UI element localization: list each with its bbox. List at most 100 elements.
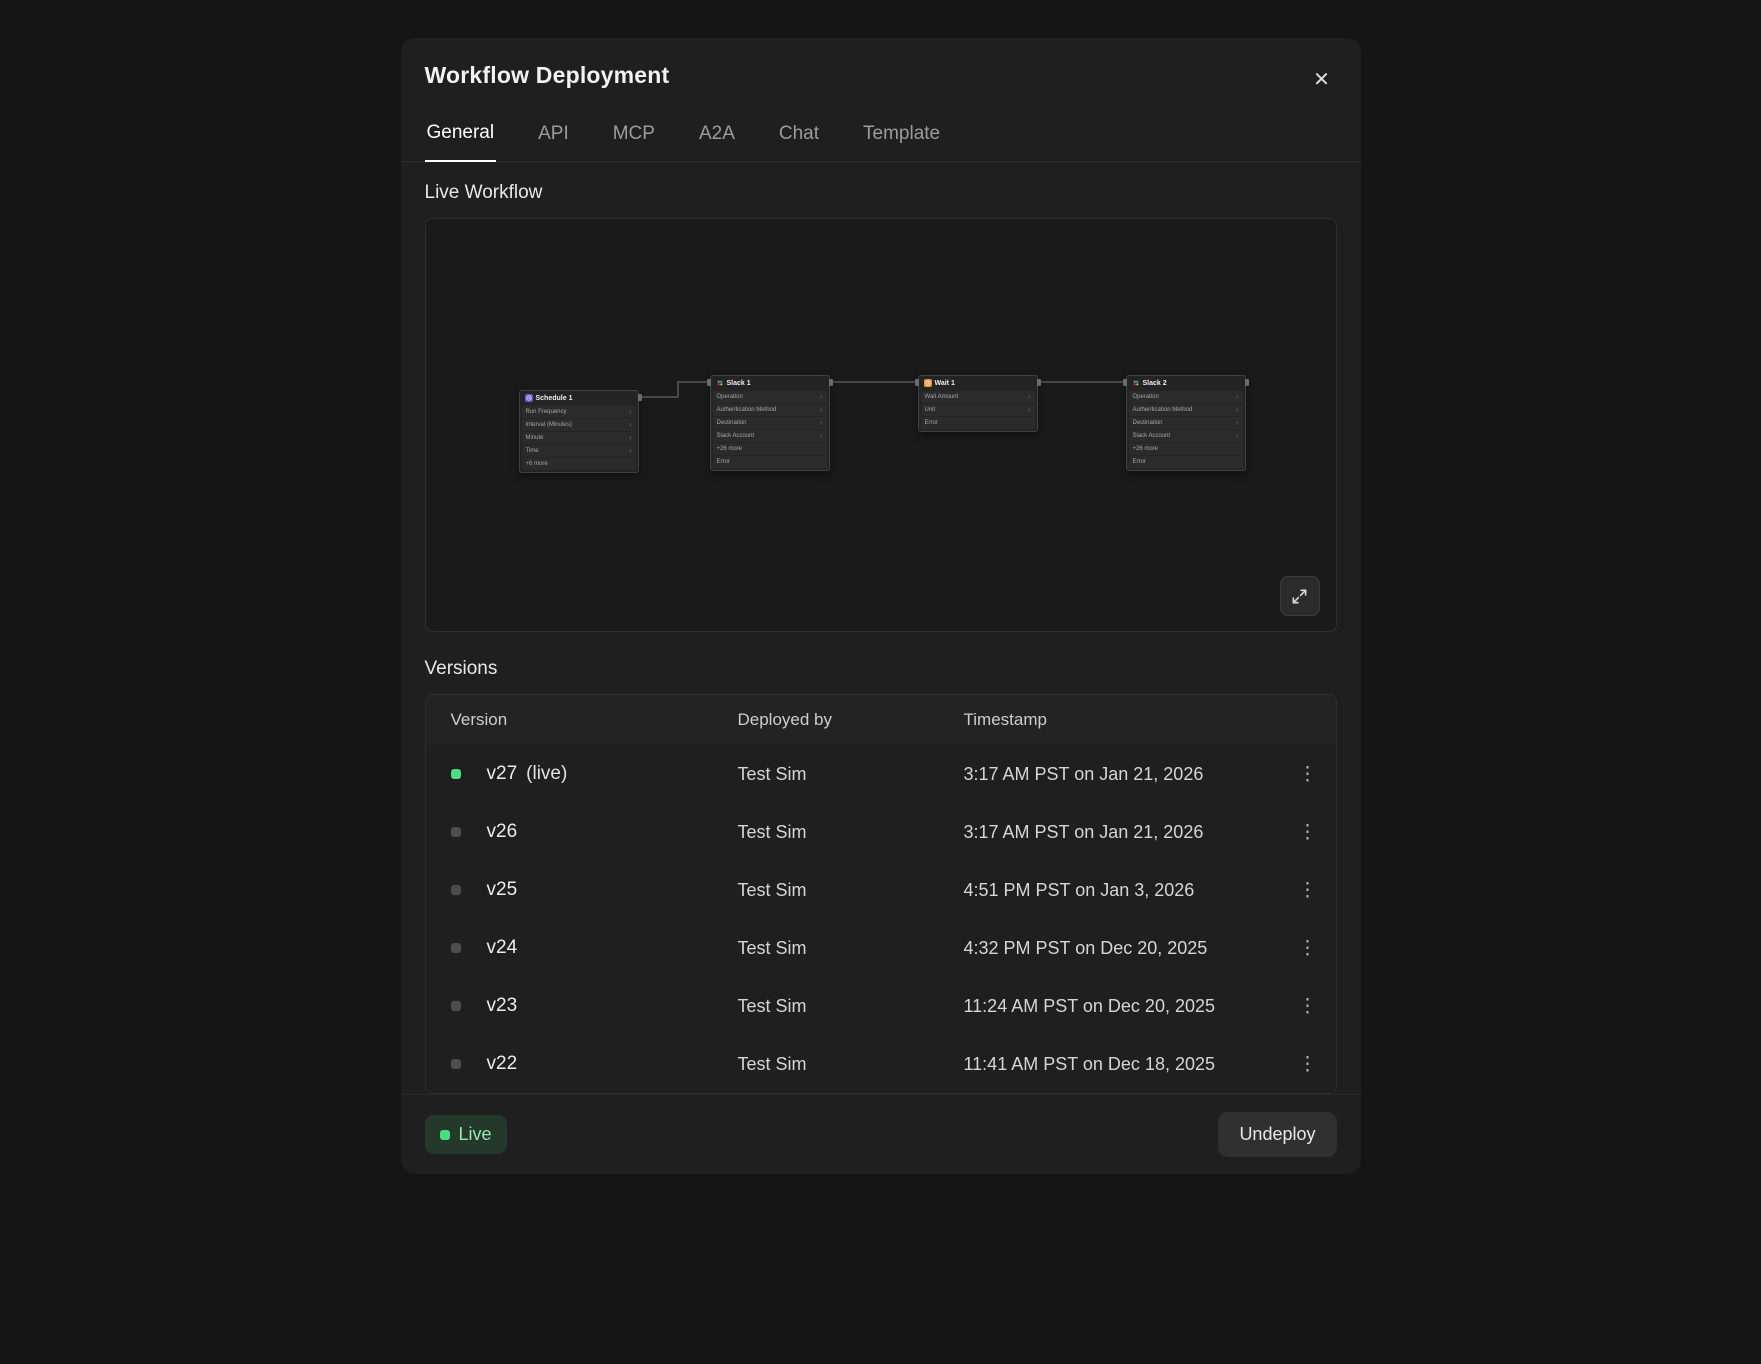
wait-icon xyxy=(924,379,932,387)
version-row: v27(live) Test Sim 3:17 AM PST on Jan 21… xyxy=(426,745,1336,803)
node-title: Slack 1 xyxy=(727,380,751,387)
page-title: Workflow Deployment xyxy=(425,62,670,89)
kebab-icon: ⋮ xyxy=(1298,1054,1317,1075)
versions-table-header: Version Deployed by Timestamp xyxy=(426,695,1336,745)
tab-chat[interactable]: Chat xyxy=(777,110,821,161)
kebab-icon: ⋮ xyxy=(1298,996,1317,1017)
modal-footer: Live Undeploy xyxy=(401,1094,1361,1174)
workflow-node-schedule-1[interactable]: Schedule 1 Run Frequency Interval (Minut… xyxy=(519,390,639,473)
workflow-canvas[interactable]: Schedule 1 Run Frequency Interval (Minut… xyxy=(425,218,1337,632)
version-row: v23 Test Sim 11:24 AM PST on Dec 20, 202… xyxy=(426,977,1336,1035)
status-dot xyxy=(451,885,461,895)
row-menu-button[interactable]: ⋮ xyxy=(1288,754,1328,794)
node-header: Wait 1 xyxy=(919,376,1037,390)
version-row: v24 Test Sim 4:32 PM PST on Dec 20, 2025… xyxy=(426,919,1336,977)
node-field-more: +6 more xyxy=(522,458,636,470)
modal-header: Workflow Deployment ✕ xyxy=(401,38,1361,96)
node-field-error: Error xyxy=(921,417,1035,429)
row-menu-button[interactable]: ⋮ xyxy=(1288,1044,1328,1084)
kebab-icon: ⋮ xyxy=(1298,938,1317,959)
tab-api[interactable]: API xyxy=(536,110,571,161)
input-handle[interactable] xyxy=(707,379,711,386)
output-handle[interactable] xyxy=(1037,379,1041,386)
workflow-deployment-modal: Workflow Deployment ✕ General API MCP A2… xyxy=(401,38,1361,1174)
expand-icon xyxy=(1291,588,1308,605)
close-icon: ✕ xyxy=(1313,69,1330,91)
version-label: v24 xyxy=(487,937,738,959)
node-field-more: +26 more xyxy=(1129,443,1243,455)
live-dot-icon xyxy=(440,1130,450,1140)
node-field-error: Error xyxy=(1129,456,1243,468)
workflow-node-wait-1[interactable]: Wait 1 Wait Amount Unit Error xyxy=(918,375,1038,432)
tab-bar: General API MCP A2A Chat Template xyxy=(401,110,1361,162)
row-menu-button[interactable]: ⋮ xyxy=(1288,986,1328,1026)
timestamp: 4:51 PM PST on Jan 3, 2026 xyxy=(964,880,1288,901)
tab-a2a[interactable]: A2A xyxy=(697,110,737,161)
input-handle[interactable] xyxy=(1123,379,1127,386)
node-header: Slack 1 xyxy=(711,376,829,390)
live-badge-label: Live xyxy=(459,1124,492,1145)
deployed-by: Test Sim xyxy=(738,764,964,785)
tab-general[interactable]: General xyxy=(425,110,497,162)
output-handle[interactable] xyxy=(829,379,833,386)
node-field: Unit xyxy=(921,404,1035,416)
status-dot xyxy=(451,827,461,837)
node-field: Time xyxy=(522,445,636,457)
column-header-timestamp: Timestamp xyxy=(964,710,1288,730)
deployed-by: Test Sim xyxy=(738,880,964,901)
versions-heading: Versions xyxy=(425,658,1337,680)
version-label: v23 xyxy=(487,995,738,1017)
node-field-more: +26 more xyxy=(713,443,827,455)
live-workflow-heading: Live Workflow xyxy=(425,182,1337,204)
node-field-error: Error xyxy=(713,456,827,468)
version-label: v27(live) xyxy=(487,763,738,785)
kebab-icon: ⋮ xyxy=(1298,880,1317,901)
node-field: Destination xyxy=(1129,417,1243,429)
node-field: Minute xyxy=(522,432,636,444)
slack-icon xyxy=(716,379,724,387)
live-status-dot xyxy=(451,769,461,779)
version-label: v22 xyxy=(487,1053,738,1075)
close-button[interactable]: ✕ xyxy=(1305,62,1339,96)
tab-template[interactable]: Template xyxy=(861,110,942,161)
workflow-node-slack-2[interactable]: Slack 2 Operation Authentication Method … xyxy=(1126,375,1246,471)
version-label: v25 xyxy=(487,879,738,901)
node-field: Slack Account xyxy=(1129,430,1243,442)
node-field: Operation xyxy=(713,391,827,403)
node-field: Destination xyxy=(713,417,827,429)
node-title: Slack 2 xyxy=(1143,380,1167,387)
timestamp: 3:17 AM PST on Jan 21, 2026 xyxy=(964,822,1288,843)
deployed-by: Test Sim xyxy=(738,996,964,1017)
row-menu-button[interactable]: ⋮ xyxy=(1288,812,1328,852)
expand-canvas-button[interactable] xyxy=(1280,576,1320,616)
undeploy-button[interactable]: Undeploy xyxy=(1218,1112,1336,1157)
node-field: Wait Amount xyxy=(921,391,1035,403)
node-title: Wait 1 xyxy=(935,380,955,387)
timestamp: 11:24 AM PST on Dec 20, 2025 xyxy=(964,996,1288,1017)
status-dot xyxy=(451,1001,461,1011)
version-row: v26 Test Sim 3:17 AM PST on Jan 21, 2026… xyxy=(426,803,1336,861)
output-handle[interactable] xyxy=(1245,379,1249,386)
node-field: Interval (Minutes) xyxy=(522,419,636,431)
node-field: Authentication Method xyxy=(713,404,827,416)
timestamp: 4:32 PM PST on Dec 20, 2025 xyxy=(964,938,1288,959)
version-label: v26 xyxy=(487,821,738,843)
kebab-icon: ⋮ xyxy=(1298,764,1317,785)
node-field: Authentication Method xyxy=(1129,404,1243,416)
schedule-clock-icon xyxy=(525,394,533,402)
row-menu-button[interactable]: ⋮ xyxy=(1288,870,1328,910)
deployed-by: Test Sim xyxy=(738,938,964,959)
kebab-icon: ⋮ xyxy=(1298,822,1317,843)
row-menu-button[interactable]: ⋮ xyxy=(1288,928,1328,968)
workflow-node-slack-1[interactable]: Slack 1 Operation Authentication Method … xyxy=(710,375,830,471)
input-handle[interactable] xyxy=(915,379,919,386)
tab-mcp[interactable]: MCP xyxy=(611,110,657,161)
node-header: Schedule 1 xyxy=(520,391,638,405)
status-dot xyxy=(451,1059,461,1069)
output-handle[interactable] xyxy=(638,394,642,401)
node-header: Slack 2 xyxy=(1127,376,1245,390)
node-field: Run Frequency xyxy=(522,406,636,418)
version-row: v22 Test Sim 11:41 AM PST on Dec 18, 202… xyxy=(426,1035,1336,1093)
node-field: Operation xyxy=(1129,391,1243,403)
timestamp: 3:17 AM PST on Jan 21, 2026 xyxy=(964,764,1288,785)
